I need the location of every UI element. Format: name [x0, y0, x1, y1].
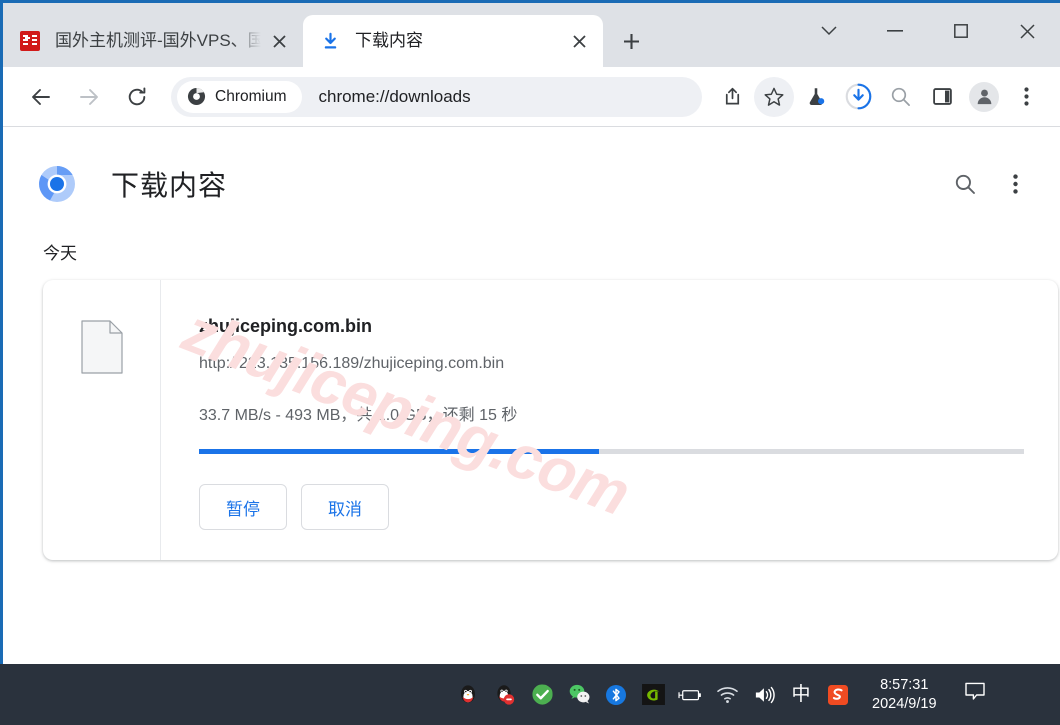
taskbar-clock[interactable]: 8:57:31 2024/9/19	[872, 676, 937, 714]
tab-close-button[interactable]	[565, 27, 593, 55]
tab-title: 国外主机测评-国外VPS、国	[55, 31, 261, 50]
qq-penguin-icon[interactable]	[456, 683, 480, 707]
page-header-actions	[936, 163, 1036, 205]
side-panel-button[interactable]	[922, 77, 962, 117]
tab-downloads[interactable]: 下载内容	[303, 15, 603, 67]
favicon-site-icon	[19, 30, 41, 52]
share-button[interactable]	[712, 77, 752, 117]
sogou-icon[interactable]	[826, 683, 850, 707]
tab-site[interactable]: 国外主机测评-国外VPS、国	[3, 15, 303, 67]
close-window-button[interactable]	[994, 3, 1060, 59]
tab-title: 下载内容	[355, 31, 423, 50]
favicon-download-icon	[319, 30, 341, 52]
search-button[interactable]	[880, 77, 920, 117]
system-tray: 中	[456, 683, 850, 707]
notification-button[interactable]	[963, 681, 987, 708]
clock-date: 2024/9/19	[872, 695, 937, 712]
battery-icon[interactable]	[678, 683, 702, 707]
browser-window: 国外主机测评-国外VPS、国 下载内容 Chromium chrome://do…	[0, 0, 1060, 664]
volume-icon[interactable]	[752, 683, 776, 707]
date-group-label: 今天	[43, 244, 77, 263]
new-tab-button[interactable]	[611, 21, 651, 61]
download-status-text: 33.7 MB/s - 493 MB，共 1.0 GB，还剩 15 秒	[199, 407, 518, 424]
bluetooth-icon[interactable]	[604, 683, 628, 707]
profile-button[interactable]	[964, 77, 1004, 117]
downloads-search-button[interactable]	[944, 163, 986, 205]
download-file-name[interactable]: zhujiceping.com.bin	[199, 316, 1024, 337]
tab-search-button[interactable]	[796, 3, 862, 59]
download-actions: 暂停 取消	[199, 484, 1024, 530]
download-source-url[interactable]: http://223.135.156.189/zhujiceping.com.b…	[199, 355, 1024, 373]
chromium-logo-icon	[37, 164, 77, 204]
windows-taskbar: 中 8:57:31 2024/9/19	[0, 664, 1060, 725]
toolbar-actions	[712, 76, 1048, 117]
pause-button[interactable]: 暂停	[199, 484, 287, 530]
bookmark-button[interactable]	[754, 76, 794, 117]
downloads-button[interactable]	[838, 77, 878, 117]
downloads-header: 下载内容	[3, 127, 1060, 211]
downloads-menu-button[interactable]	[994, 163, 1036, 205]
tab-close-button[interactable]	[265, 27, 293, 55]
chromium-chip-label: Chromium	[215, 87, 287, 105]
wechat-icon[interactable]	[567, 683, 591, 707]
generic-file-icon	[80, 320, 123, 374]
browser-toolbar: Chromium chrome://downloads	[3, 67, 1060, 127]
minimize-button[interactable]	[862, 3, 928, 59]
download-progress-bar	[199, 449, 1024, 454]
forward-button[interactable]	[69, 77, 109, 117]
downloads-page: 下载内容 今天 zhujiceping.com.bin http://223.1…	[3, 127, 1060, 664]
ime-chinese-icon[interactable]: 中	[789, 683, 813, 707]
chromium-chip-icon	[187, 87, 206, 106]
maximize-button[interactable]	[928, 3, 994, 59]
download-progress-fill	[199, 449, 600, 454]
qq-penguin-offline-icon[interactable]	[493, 683, 517, 707]
download-info-column: zhujiceping.com.bin http://223.135.156.1…	[161, 280, 1058, 560]
chromium-chip[interactable]: Chromium	[177, 80, 303, 113]
download-item-card[interactable]: zhujiceping.com.bin http://223.135.156.1…	[43, 280, 1058, 560]
nvidia-icon[interactable]	[641, 683, 665, 707]
clock-time: 8:57:31	[880, 676, 929, 693]
avatar-icon	[969, 81, 999, 112]
wifi-icon[interactable]	[715, 683, 739, 707]
back-button[interactable]	[21, 77, 61, 117]
url-text: chrome://downloads	[318, 86, 471, 106]
download-icon-column	[43, 280, 161, 560]
page-title: 下载内容	[111, 170, 228, 201]
window-controls	[796, 3, 1060, 59]
green-check-icon[interactable]	[530, 683, 554, 707]
experiments-button[interactable]	[796, 77, 836, 117]
address-bar[interactable]: Chromium chrome://downloads	[171, 76, 702, 117]
browser-menu-button[interactable]	[1006, 77, 1046, 117]
tab-strip: 国外主机测评-国外VPS、国 下载内容	[3, 3, 1060, 67]
cancel-button[interactable]: 取消	[301, 484, 389, 530]
reload-button[interactable]	[117, 77, 157, 117]
